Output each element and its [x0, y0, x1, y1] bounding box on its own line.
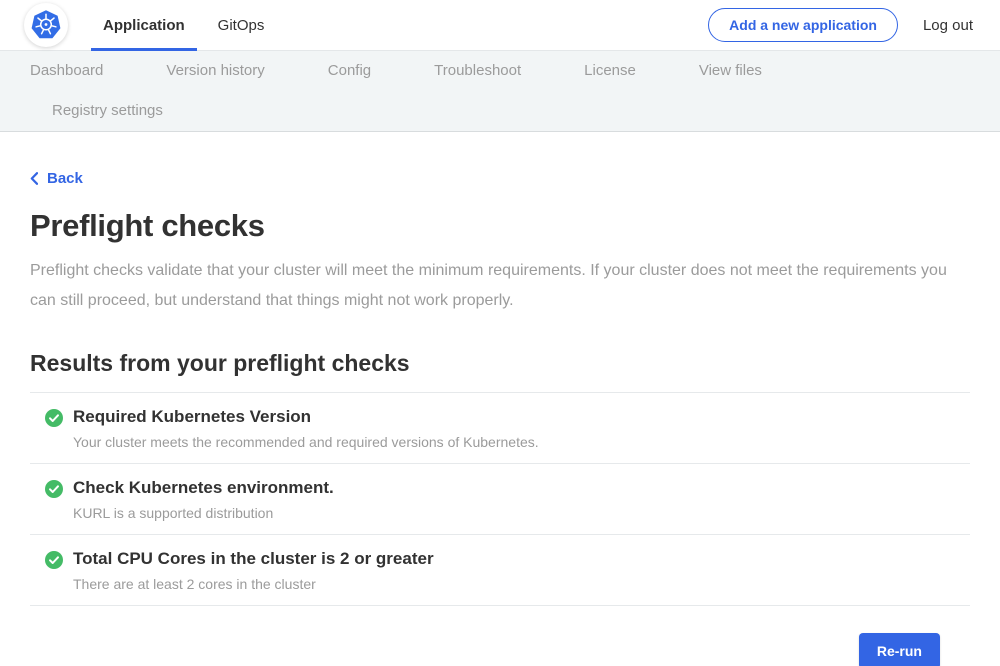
back-label: Back — [47, 170, 83, 187]
check-row-kubernetes-version: Required Kubernetes Version Your cluster… — [30, 393, 970, 464]
check-circle-icon — [45, 551, 63, 569]
check-row-text: Total CPU Cores in the cluster is 2 or g… — [73, 549, 434, 592]
check-message: KURL is a supported distribution — [73, 505, 334, 521]
check-row-text: Required Kubernetes Version Your cluster… — [73, 407, 539, 450]
check-message: Your cluster meets the recommended and r… — [73, 434, 539, 450]
add-new-application-button[interactable]: Add a new application — [708, 8, 898, 42]
check-title: Total CPU Cores in the cluster is 2 or g… — [73, 549, 434, 569]
chevron-left-icon — [30, 172, 38, 185]
subnav-item-view-files[interactable]: View files — [699, 51, 762, 91]
preflight-page: Back Preflight checks Preflight checks v… — [0, 132, 1000, 666]
page-description: Preflight checks validate that your clus… — [30, 256, 950, 316]
top-navbar: Application GitOps Add a new application… — [0, 0, 1000, 51]
app-subnav: Dashboard Version history Config Trouble… — [0, 51, 1000, 132]
rerun-button[interactable]: Re-run — [859, 633, 940, 666]
check-circle-icon — [45, 480, 63, 498]
check-row-kubernetes-environment: Check Kubernetes environment. KURL is a … — [30, 464, 970, 535]
subnav-item-license[interactable]: License — [584, 51, 636, 91]
check-title: Required Kubernetes Version — [73, 407, 539, 427]
check-row-text: Check Kubernetes environment. KURL is a … — [73, 478, 334, 521]
kubernetes-logo[interactable] — [24, 3, 68, 47]
subnav-item-troubleshoot[interactable]: Troubleshoot — [434, 51, 521, 91]
results-heading: Results from your preflight checks — [30, 350, 970, 377]
top-tabs: Application GitOps — [91, 0, 276, 50]
kubernetes-helm-icon — [26, 5, 66, 45]
check-circle-icon — [45, 409, 63, 427]
logout-link[interactable]: Log out — [923, 17, 973, 34]
topbar-right: Add a new application Log out — [708, 8, 973, 42]
back-link[interactable]: Back — [30, 170, 83, 187]
subnav-item-config[interactable]: Config — [328, 51, 371, 91]
subnav-item-dashboard[interactable]: Dashboard — [30, 51, 103, 91]
footer-actions: Re-run — [30, 606, 970, 666]
subnav-item-version-history[interactable]: Version history — [166, 51, 264, 91]
check-row-cpu-cores: Total CPU Cores in the cluster is 2 or g… — [30, 535, 970, 606]
page-title: Preflight checks — [30, 208, 970, 244]
tab-gitops[interactable]: GitOps — [206, 0, 277, 50]
subnav-item-registry-settings[interactable]: Registry settings — [52, 91, 163, 131]
check-title: Check Kubernetes environment. — [73, 478, 334, 498]
check-message: There are at least 2 cores in the cluste… — [73, 576, 434, 592]
tab-application[interactable]: Application — [91, 0, 197, 50]
preflight-results-list: Required Kubernetes Version Your cluster… — [30, 392, 970, 606]
